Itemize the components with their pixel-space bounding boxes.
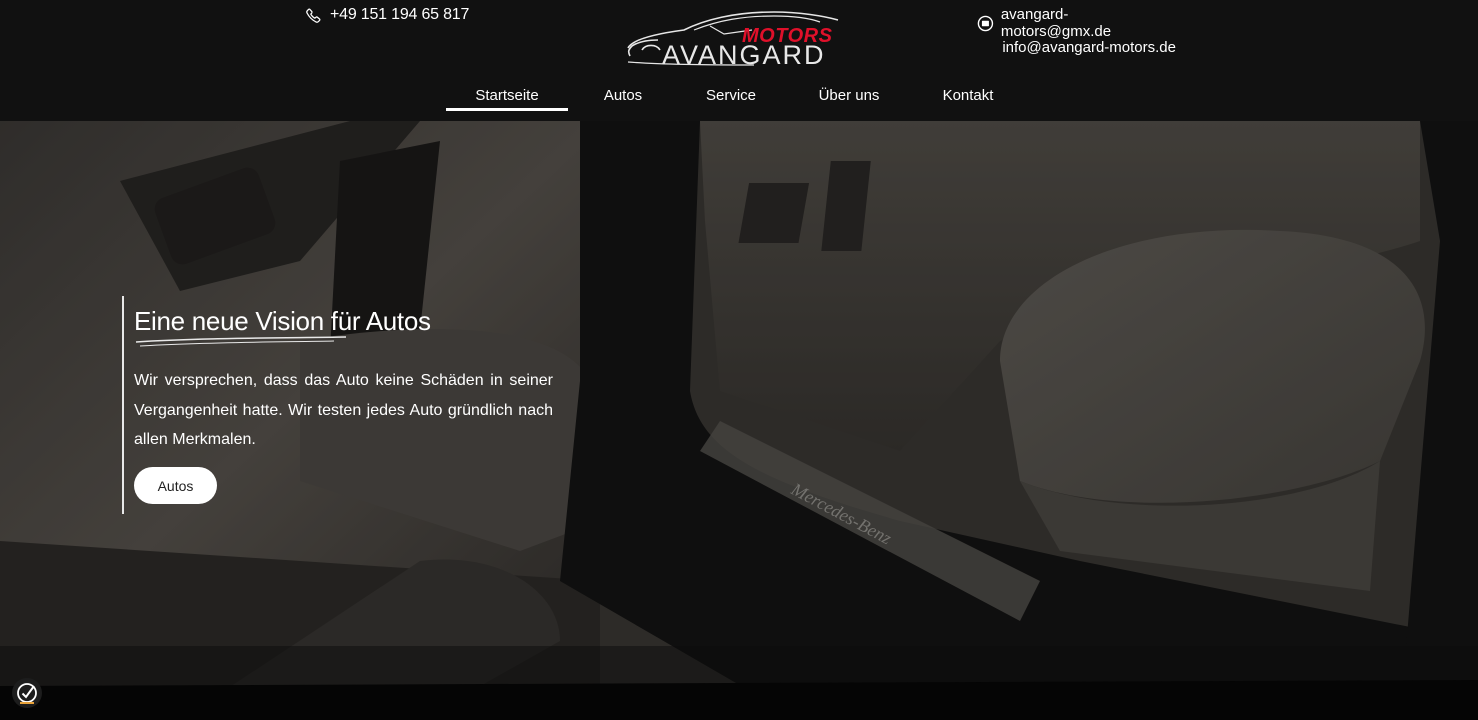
logo-text-avangard: AVANGARD xyxy=(662,40,826,70)
hero-description: Wir versprechen, dass das Auto keine Sch… xyxy=(134,372,553,448)
nav-item-ueber-uns[interactable]: Über uns xyxy=(784,82,914,111)
autos-button[interactable]: Autos xyxy=(134,467,217,504)
email-link-2[interactable]: info@avangard-motors.de xyxy=(977,40,1176,56)
email-contacts: avangard-motors@gmx.de info@avangard-mot… xyxy=(977,6,1177,56)
nav-item-startseite[interactable]: Startseite xyxy=(446,82,568,111)
phone-icon xyxy=(306,8,321,23)
nav-item-kontakt[interactable]: Kontakt xyxy=(914,82,1022,111)
email-icon xyxy=(977,15,994,31)
phone-number[interactable]: +49 151 194 65 817 xyxy=(330,6,469,24)
site-header: +49 151 194 65 817 MOTORS AVANGARD avang… xyxy=(0,0,1478,121)
hero-section: Mercedes-Benz Eine neue Vision für Autos… xyxy=(0,121,1478,720)
nav-item-service[interactable]: Service xyxy=(678,82,784,111)
cookie-settings-icon xyxy=(17,683,37,704)
phone-contact[interactable]: +49 151 194 65 817 xyxy=(305,5,469,25)
nav-item-autos[interactable]: Autos xyxy=(568,82,678,111)
hero-title: Eine neue Vision für Autos xyxy=(134,306,431,336)
bottom-dark-band xyxy=(0,646,1478,720)
cookie-settings-button[interactable] xyxy=(12,678,42,708)
hero-content: Eine neue Vision für Autos Wir versprech… xyxy=(122,296,574,514)
site-logo[interactable]: MOTORS AVANGARD xyxy=(624,4,856,70)
email-link-1[interactable]: avangard-motors@gmx.de xyxy=(1001,6,1177,40)
main-nav: Startseite Autos Service Über uns Kontak… xyxy=(446,82,1022,114)
title-underline-swash xyxy=(135,336,347,347)
